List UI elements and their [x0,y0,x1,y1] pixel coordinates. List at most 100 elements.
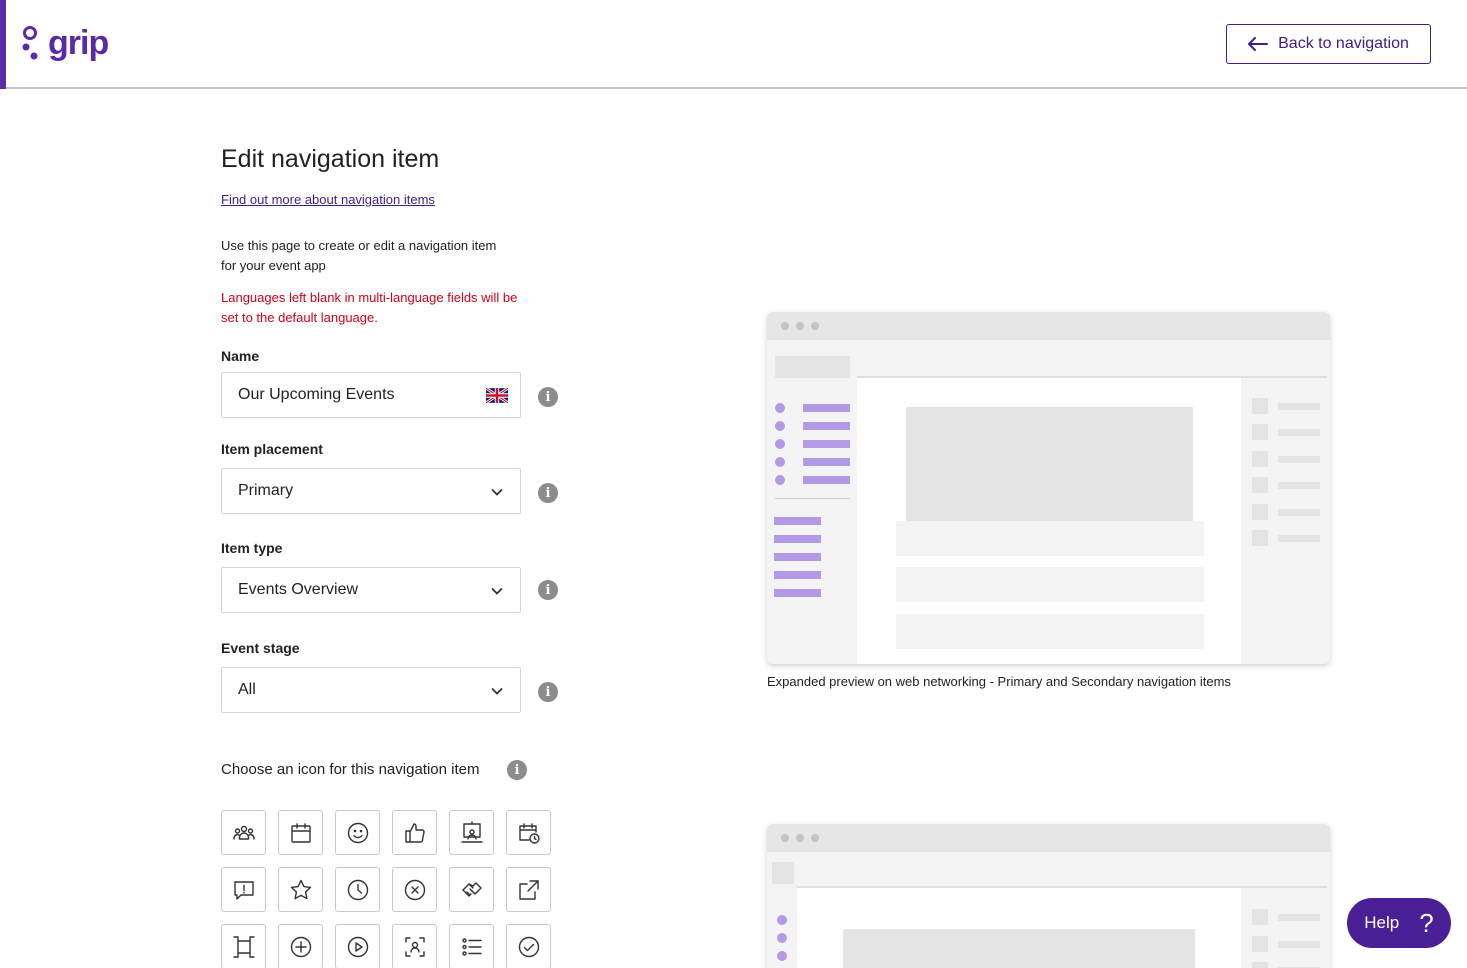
icon-option-frame[interactable] [221,924,266,968]
preview-caption: Expanded preview on web networking - Pri… [767,674,1231,689]
placement-value: Primary [238,482,294,499]
preview-nav-bar [803,422,850,430]
chevron-down-icon [491,587,503,595]
help-label: Help [1364,913,1400,932]
expanded-web-preview [767,312,1330,664]
icon-option-calendar-clock[interactable] [506,810,551,855]
preview-topbar [767,340,1330,376]
placement-select[interactable]: Primary [221,468,521,514]
preview-side-square [1252,504,1268,520]
calendar-clock-icon [518,822,540,844]
placement-info-icon[interactable]: i [538,483,558,503]
preview-nav-bar [803,458,850,466]
preview-hero-block [906,407,1193,521]
preview-nav-dot [775,403,785,413]
preview-secondary-bar [774,589,821,597]
chevron-down-icon [491,488,503,496]
preview-nav-dot [775,421,785,431]
learn-more-link[interactable]: Find out more about navigation items [221,192,435,207]
preview-content-row [896,521,1204,556]
preview-nav-bar [803,404,850,412]
icon-option-face-scan[interactable] [392,924,437,968]
preview-nav-bar [803,476,850,484]
preview-side-square [1252,530,1268,546]
preview-logo-block [775,356,850,378]
name-input[interactable]: Our Upcoming Events [221,372,521,418]
type-select[interactable]: Events Overview [221,567,521,613]
external-link-icon [518,879,539,900]
plus-circle-icon [290,936,311,957]
stage-select[interactable]: All [221,667,521,713]
icon-option-speech-alert[interactable] [221,867,266,912]
type-info-icon[interactable]: i [538,580,558,600]
logo-text: grip [48,24,109,62]
preview-side-square [1252,451,1268,467]
preview-side-square [1252,424,1268,440]
preview-side-bar [1278,535,1320,542]
preview-side-bar [1278,482,1320,489]
name-value: Our Upcoming Events [238,386,395,403]
stage-info-icon[interactable]: i [538,682,558,702]
page-title: Edit navigation item [221,145,440,173]
question-icon: ? [1419,907,1434,938]
play-circle-icon [347,936,368,957]
icon-option-check[interactable] [506,924,551,968]
handshake-icon [461,881,482,897]
icon-option-smiley[interactable] [335,810,380,855]
preview-secondary-bar [774,553,821,561]
type-label: Item type [221,540,283,556]
intro-text: Use this page to create or edit a naviga… [221,238,497,273]
preview-side-square [1252,936,1268,952]
preview-side-bar [1278,914,1320,921]
preview-side-bar [1278,941,1320,948]
icon-option-star[interactable] [278,867,323,912]
icon-option-cancel[interactable] [392,867,437,912]
star-icon [290,879,311,899]
icon-option-thumbs-up[interactable] [392,810,437,855]
stage-label: Event stage [221,640,300,656]
preview-side-bar [1278,456,1320,463]
icon-option-handshake[interactable] [449,867,494,912]
type-value: Events Overview [238,581,359,598]
compact-web-preview [767,824,1330,968]
preview-content-row [896,567,1204,602]
thumbs-up-icon [404,822,425,843]
icon-option-clock[interactable] [335,867,380,912]
icon-option-presenter[interactable] [449,810,494,855]
icon-option-play[interactable] [335,924,380,968]
icon-option-external-link[interactable] [506,867,551,912]
smiley-icon [347,822,368,843]
preview-side-square [1252,909,1268,925]
cancel-circle-icon [404,879,425,900]
clock-icon [347,879,368,900]
icon-option-calendar[interactable] [278,810,323,855]
icon-option-plus[interactable] [278,924,323,968]
icon-option-list[interactable] [449,924,494,968]
back-to-navigation-label: Back to navigation [1278,35,1409,52]
frame-icon [232,935,255,958]
header-accent-bar [0,0,6,89]
preview-side-bar [1278,429,1320,436]
uk-flag-icon[interactable] [486,388,508,403]
placement-label: Item placement [221,441,323,457]
icon-picker-grid [221,810,551,968]
name-info-icon[interactable]: i [538,387,558,407]
preview-nav-dot [777,915,787,925]
grip-logo[interactable]: grip [20,24,109,62]
back-to-navigation-button[interactable]: Back to navigation [1226,24,1431,64]
preview-logo-block [772,862,794,884]
preview-secondary-bar [774,517,821,525]
help-button[interactable]: Help ? [1347,898,1451,948]
preview-side-square [1252,398,1268,414]
arrow-left-icon [1248,37,1269,51]
preview-nav-dot [777,933,787,943]
preview-side-bar [1278,509,1320,516]
face-scan-icon [404,936,425,957]
grip-logo-icon [22,26,38,60]
preview-content-row [896,614,1204,649]
preview-secondary-bar [774,571,821,579]
preview-window-bar [767,824,1330,852]
icon-picker-info-icon[interactable]: i [507,760,527,780]
preview-nav-dot [775,475,785,485]
icon-option-people[interactable] [221,810,266,855]
